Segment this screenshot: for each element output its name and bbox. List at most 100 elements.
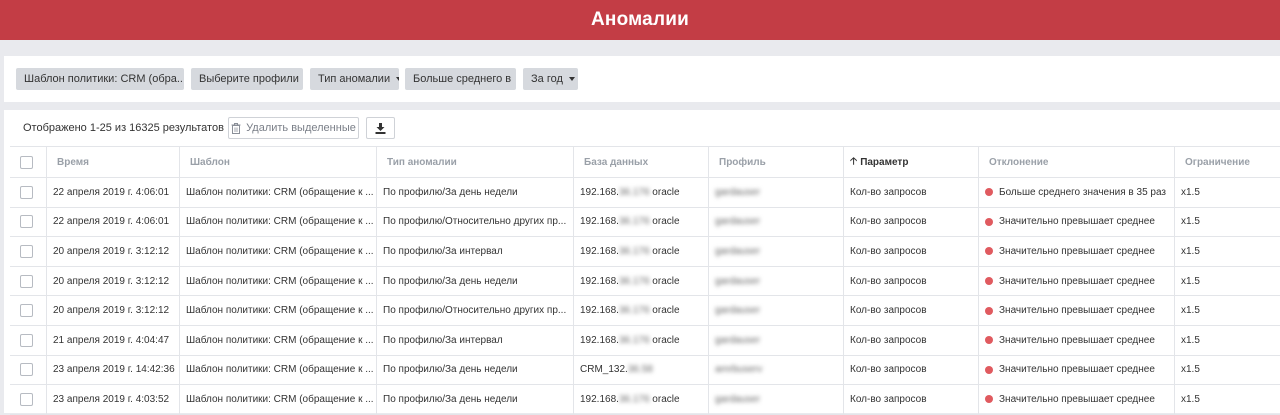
cell-database: 192.168. 36.176 oracle	[573, 385, 708, 414]
column-header-time[interactable]: Время	[46, 147, 179, 177]
cell-template: Шаблон политики: CRM (обращение к ...	[186, 216, 374, 228]
table-header-row: Время Шаблон Тип аномалии База данных Пр…	[10, 146, 1280, 178]
chevron-down-icon	[568, 77, 575, 81]
status-dot-icon	[985, 247, 993, 256]
row-checkbox[interactable]	[20, 215, 33, 229]
deviation-text: Значительно превышает среднее	[999, 364, 1155, 376]
cell-parameter: Кол-во запросов	[850, 364, 927, 376]
row-checkbox[interactable]	[20, 274, 33, 288]
delete-selected-button[interactable]: Удалить выделенные	[228, 117, 359, 139]
results-panel: Отображено 1-25 из 16325 результатов Уда…	[4, 110, 1280, 415]
cell-anomaly-type: По профилю/За день недели	[383, 275, 518, 287]
cell-time: 23 апреля 2019 г. 4:03:52	[53, 393, 170, 405]
database-name-blurred-part: 36.176	[618, 305, 650, 317]
period-filter[interactable]: За год	[523, 68, 578, 90]
table-row[interactable]: 20 апреля 2019 г. 3:12:12 Шаблон политики…	[10, 266, 1280, 297]
cell-deviation: Значительно превышает среднее	[978, 208, 1174, 237]
cell-limit: x1.5	[1181, 305, 1200, 317]
row-checkbox[interactable]	[20, 392, 33, 406]
chevron-down-icon	[396, 77, 399, 81]
filter-panel: Шаблон политики: CRM (обра... Выберите п…	[4, 56, 1280, 102]
status-dot-icon	[985, 306, 993, 315]
cell-deviation: Значительно превышает среднее	[978, 267, 1174, 296]
database-name-suffix: oracle	[649, 216, 680, 228]
download-button[interactable]	[366, 117, 395, 139]
deviation-text: Значительно превышает среднее	[999, 245, 1155, 257]
row-checkbox[interactable]	[20, 304, 33, 318]
cell-database: CRM_132. 36.58	[573, 356, 708, 385]
above-average-filter[interactable]: Больше среднего в	[405, 68, 516, 90]
cell-limit: x1.5	[1181, 275, 1200, 287]
table-row[interactable]: 20 апреля 2019 г. 3:12:12 Шаблон политики…	[10, 237, 1280, 267]
column-header-limit[interactable]: Ограничение	[1174, 147, 1280, 177]
cell-limit: x1.5	[1181, 393, 1200, 405]
cell-profile: amrbuserv	[715, 364, 763, 376]
select-all-checkbox[interactable]	[20, 155, 33, 169]
cell-template: Шаблон политики: CRM (обращение к ...	[186, 393, 374, 405]
table-body: 22 апреля 2019 г. 4:06:01 Шаблон политики…	[10, 178, 1280, 415]
cell-deviation: Значительно превышает среднее	[978, 296, 1174, 325]
status-dot-icon	[985, 336, 993, 345]
cell-anomaly-type: По профилю/За день недели	[383, 186, 518, 198]
table-row[interactable]: 22 апреля 2019 г. 4:06:01 Шаблон политики…	[10, 178, 1280, 208]
cell-limit: x1.5	[1181, 334, 1200, 346]
table-row[interactable]: 22 апреля 2019 г. 4:06:01 Шаблон политики…	[10, 207, 1280, 238]
column-header-anomaly-type[interactable]: Тип аномалии	[376, 147, 573, 177]
profiles-filter[interactable]: Выберите профили	[191, 68, 303, 90]
database-name-part: CRM_132.	[580, 364, 628, 376]
cell-profile: gardauser	[715, 245, 761, 257]
policy-template-filter[interactable]: Шаблон политики: CRM (обра...	[16, 68, 184, 90]
database-name-suffix: oracle	[649, 393, 680, 405]
deviation-text: Значительно превышает среднее	[999, 275, 1155, 287]
database-name-suffix: oracle	[649, 245, 680, 257]
database-name-part: 192.168.	[580, 305, 619, 317]
cell-template: Шаблон политики: CRM (обращение к ...	[186, 275, 374, 287]
deviation-text: Значительно превышает среднее	[999, 305, 1155, 317]
results-count: Отображено 1-25 из 16325 результатов	[23, 122, 224, 134]
column-header-deviation[interactable]: Отклонение	[978, 147, 1174, 177]
cell-anomaly-type: По профилю/За день недели	[383, 393, 518, 405]
cell-parameter: Кол-во запросов	[850, 216, 927, 228]
table-row[interactable]: 21 апреля 2019 г. 4:04:47 Шаблон политики…	[10, 325, 1280, 356]
cell-database: 192.168. 36.176 oracle	[573, 178, 708, 207]
cell-parameter: Кол-во запросов	[850, 334, 927, 346]
cell-template: Шаблон политики: CRM (обращение к ...	[186, 186, 374, 198]
cell-limit: x1.5	[1181, 186, 1200, 198]
cell-time: 22 апреля 2019 г. 4:06:01	[53, 216, 170, 228]
database-name-suffix: oracle	[649, 275, 680, 287]
cell-template: Шаблон политики: CRM (обращение к ...	[186, 334, 374, 346]
database-name-blurred-part: 36.176	[618, 245, 650, 257]
table-row[interactable]: 23 апреля 2019 г. 4:03:52 Шаблон политики…	[10, 385, 1280, 415]
cell-template: Шаблон политики: CRM (обращение к ...	[186, 245, 374, 257]
anomaly-type-filter[interactable]: Тип аномалии	[310, 68, 399, 90]
database-name-suffix: oracle	[649, 186, 680, 198]
cell-template: Шаблон политики: CRM (обращение к ...	[186, 364, 374, 376]
sort-arrow-icon: 🡡	[850, 155, 858, 167]
status-dot-icon	[985, 365, 993, 374]
table-row[interactable]: 20 апреля 2019 г. 3:12:12 Шаблон политики…	[10, 296, 1280, 326]
column-header-database[interactable]: База данных	[573, 147, 708, 177]
database-name-part: 192.168.	[580, 216, 619, 228]
column-header-profile[interactable]: Профиль	[708, 147, 843, 177]
row-checkbox[interactable]	[20, 244, 33, 258]
database-name-blurred-part: 36.176	[618, 334, 650, 346]
column-header-template[interactable]: Шаблон	[179, 147, 376, 177]
status-dot-icon	[985, 217, 993, 226]
deviation-text: Значительно превышает среднее	[999, 334, 1155, 346]
table-row[interactable]: 23 апреля 2019 г. 14:42:36 Шаблон политик…	[10, 355, 1280, 386]
above-average-filter-label: Больше среднего в	[413, 73, 512, 85]
profiles-filter-label: Выберите профили	[199, 73, 299, 85]
cell-database: 192.168. 36.176 oracle	[573, 267, 708, 296]
cell-anomaly-type: По профилю/Относительно других пр...	[383, 216, 567, 228]
row-checkbox[interactable]	[20, 185, 33, 199]
row-checkbox[interactable]	[20, 363, 33, 377]
cell-template: Шаблон политики: CRM (обращение к ...	[186, 305, 374, 317]
download-icon	[375, 122, 386, 134]
cell-parameter: Кол-во запросов	[850, 245, 927, 257]
cell-anomaly-type: По профилю/За день недели	[383, 364, 518, 376]
cell-anomaly-type: По профилю/За интервал	[383, 245, 503, 257]
cell-database: 192.168. 36.176 oracle	[573, 296, 708, 325]
column-header-parameter[interactable]: 🡡 Параметр	[843, 147, 978, 177]
row-checkbox[interactable]	[20, 333, 33, 347]
deviation-text: Значительно превышает среднее	[999, 216, 1155, 228]
